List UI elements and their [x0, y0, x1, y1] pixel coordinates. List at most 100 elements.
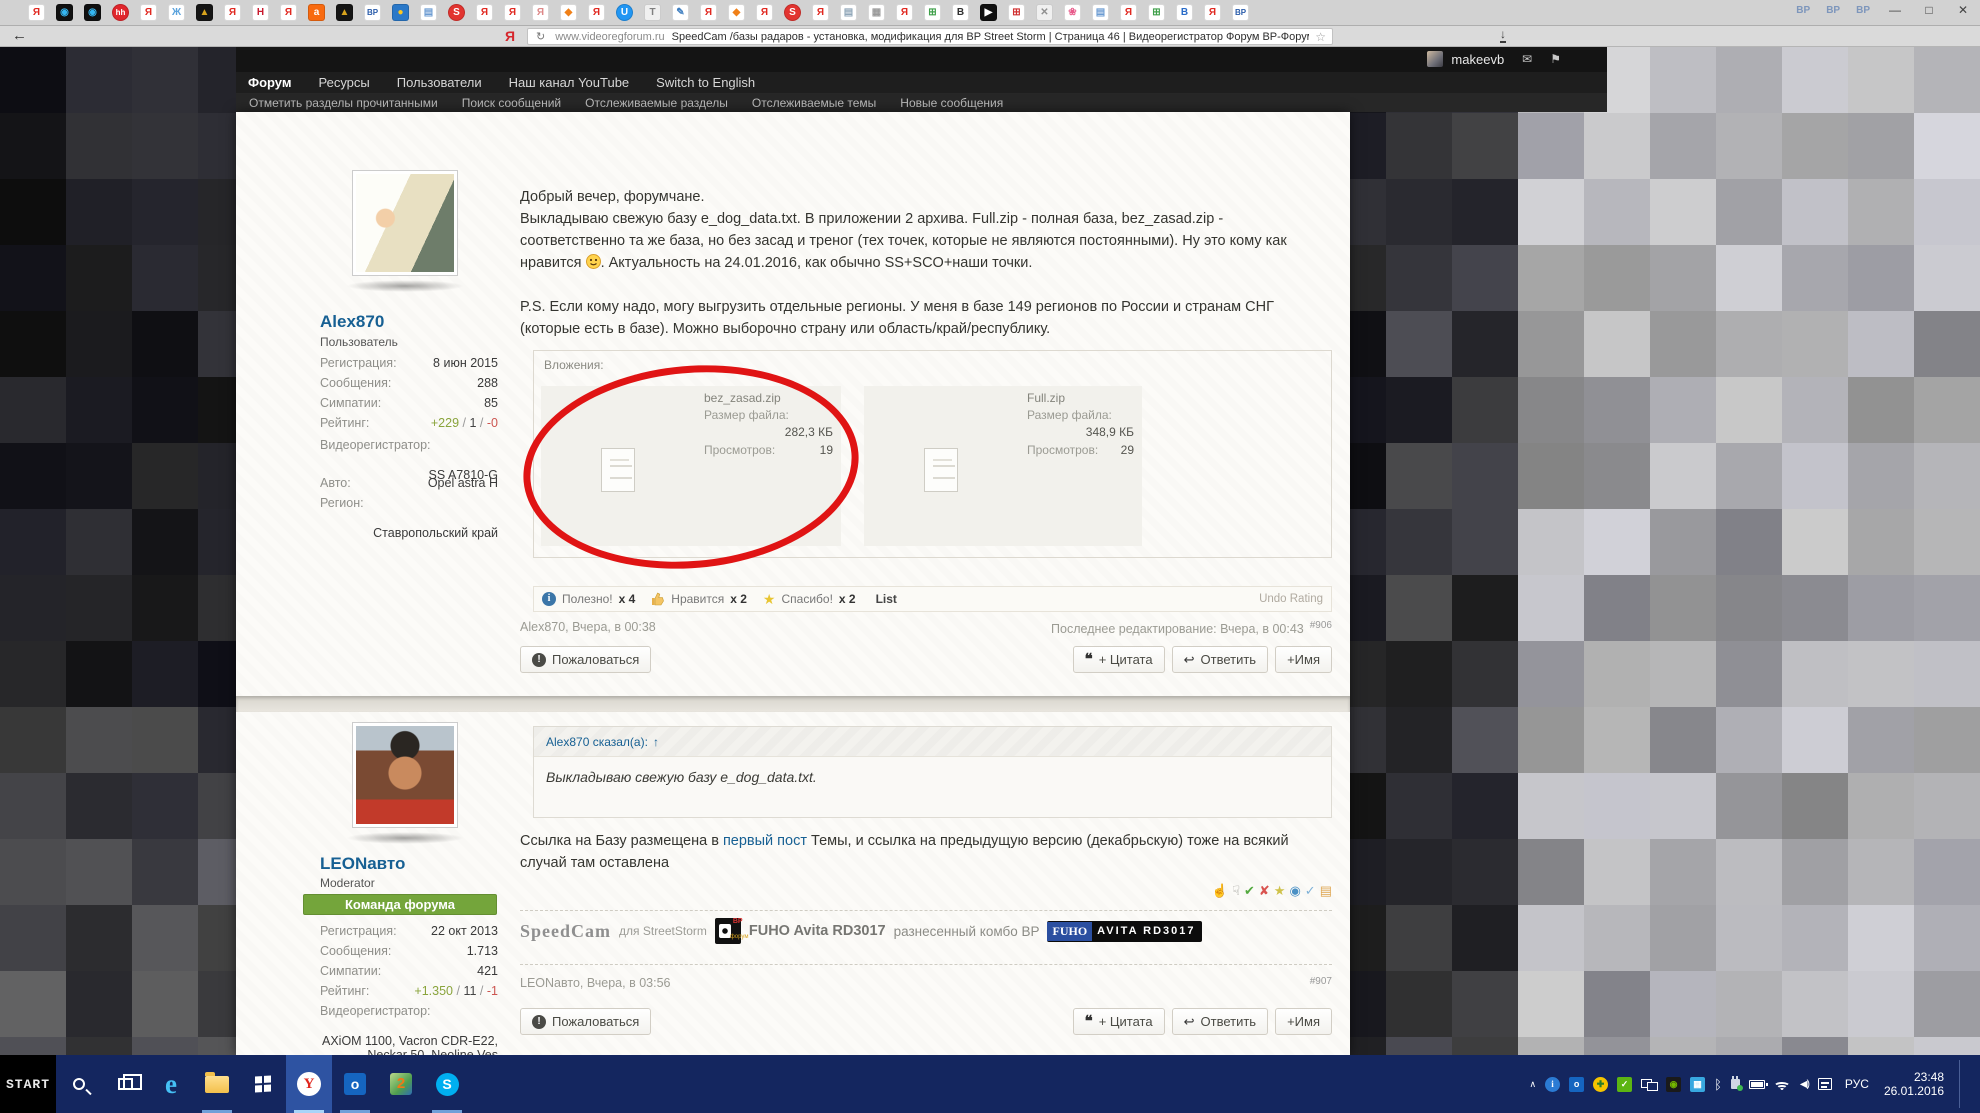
first-post-link[interactable]: первый пост [723, 833, 807, 849]
pinned-tab[interactable]: Я [504, 4, 521, 21]
overflow-tab[interactable]: ВР [1856, 5, 1870, 16]
pinned-tab[interactable]: ● [392, 4, 409, 21]
nav-tab-forum[interactable]: Форум [248, 75, 291, 90]
pinned-tab[interactable]: Т [644, 4, 661, 21]
pinned-tab[interactable]: ▲ [196, 4, 213, 21]
subnav-search-posts[interactable]: Поиск сообщений [462, 96, 561, 110]
pinned-tab[interactable]: Я [1204, 4, 1221, 21]
tray-volume-icon[interactable]: ◀) [1800, 1079, 1809, 1090]
task-view-button[interactable] [102, 1055, 148, 1113]
file-icon[interactable] [924, 448, 958, 492]
tray-bluetooth-icon[interactable]: ᛒ [1714, 1078, 1722, 1091]
taskbar-outlook[interactable]: o [332, 1055, 378, 1113]
url-field[interactable]: ↻ www.videoregforum.ru SpeedCam /базы ра… [527, 28, 1333, 45]
download-icon[interactable]: ↓ [1500, 28, 1506, 43]
start-button[interactable]: START [0, 1055, 56, 1113]
informative-icon[interactable]: ◉ [1289, 884, 1300, 897]
pinned-tab[interactable]: Я [700, 4, 717, 21]
pinned-tab[interactable]: ▤ [840, 4, 857, 21]
quote-author-link[interactable]: Alex870 сказал(а): [546, 735, 648, 749]
tray-messenger-icon[interactable]: ✓ [1617, 1077, 1632, 1092]
tray-info-icon[interactable]: i [1545, 1077, 1560, 1092]
subnav-watched-forums[interactable]: Отслеживаемые разделы [585, 96, 728, 110]
tray-display-icon[interactable] [1641, 1079, 1657, 1090]
account-area[interactable]: makeevb ✉ ⚑ [1427, 51, 1561, 67]
pinned-tab[interactable]: ВР [364, 4, 381, 21]
pinned-tab[interactable]: ▶ [980, 4, 997, 21]
pinned-tab[interactable]: Я [476, 4, 493, 21]
tray-outlook-icon[interactable]: o [1569, 1077, 1584, 1092]
overflow-tab[interactable]: ВР [1796, 5, 1810, 16]
pinned-tab[interactable]: ❀ [1064, 4, 1081, 21]
back-icon[interactable]: ← [12, 27, 27, 44]
subnav-mark-read[interactable]: Отметить разделы прочитанными [249, 96, 438, 110]
refresh-icon[interactable]: ↻ [536, 30, 545, 43]
tray-device-plug-icon[interactable] [1731, 1079, 1740, 1089]
show-desktop-button[interactable] [1969, 1055, 1976, 1113]
tray-utility-icon[interactable]: ▦ [1690, 1077, 1705, 1092]
pinned-tab[interactable]: Я [532, 4, 549, 21]
pinned-tab[interactable]: ▦ [868, 4, 885, 21]
language-indicator[interactable]: РУС [1845, 1077, 1869, 1091]
pinned-tab[interactable]: ✕ [1036, 4, 1053, 21]
pinned-tab[interactable]: ✎ [672, 4, 689, 21]
pinned-tab[interactable]: Я [1120, 4, 1137, 21]
yandex-logo-icon[interactable]: Я [505, 28, 515, 44]
pinned-tab[interactable]: ▲ [336, 4, 353, 21]
thanks-star-icon[interactable]: ★ [1274, 884, 1286, 897]
taskbar-store[interactable] [240, 1055, 286, 1113]
avatar[interactable] [352, 170, 458, 276]
pinned-tab[interactable]: H [252, 4, 269, 21]
disagree-icon[interactable]: ✘ [1259, 884, 1270, 897]
reply-button[interactable]: ↩Ответить [1172, 646, 1268, 673]
pinned-tab[interactable]: Я [756, 4, 773, 21]
taskbar-search-button[interactable] [56, 1055, 102, 1113]
nav-tab-resources[interactable]: Ресурсы [318, 75, 369, 90]
tray-battery-icon[interactable] [1749, 1080, 1765, 1089]
pinned-tab[interactable]: Я [896, 4, 913, 21]
pinned-tab[interactable]: Я [280, 4, 297, 21]
post-number-link[interactable]: #906 [1310, 620, 1332, 631]
pinned-tab[interactable]: ▤ [1092, 4, 1109, 21]
post-author-name[interactable]: Alex870 [320, 312, 384, 332]
pinned-tab[interactable]: B [1176, 4, 1193, 21]
tray-nvidia-icon[interactable]: ◉ [1666, 1077, 1681, 1092]
overflow-tab[interactable]: ВР [1826, 5, 1840, 16]
agree-icon[interactable]: ✔ [1244, 884, 1255, 897]
hidden-icons-caret[interactable]: ∧ [1529, 1080, 1536, 1089]
bookmark-star-icon[interactable]: ☆ [1315, 30, 1326, 44]
taskbar-2gis[interactable]: 2 [378, 1055, 424, 1113]
pinned-tab[interactable]: B [952, 4, 969, 21]
maximize-button[interactable]: □ [1920, 3, 1938, 17]
pinned-tab[interactable]: ⊞ [924, 4, 941, 21]
taskbar-skype[interactable]: S [424, 1055, 470, 1113]
subnav-new-posts[interactable]: Новые сообщения [900, 96, 1003, 110]
action-center-icon[interactable] [1818, 1078, 1832, 1090]
ratings-list-link[interactable]: List [876, 592, 897, 606]
pinned-tab[interactable]: Я [140, 4, 157, 21]
spelling-icon[interactable]: ✓ [1305, 884, 1316, 897]
inbox-envelope-icon[interactable]: ✉ [1522, 52, 1532, 66]
quote-button[interactable]: ❝+ Цитата [1073, 646, 1165, 673]
taskbar-edge[interactable]: e [148, 1055, 194, 1113]
pinned-tab[interactable]: ◉ [84, 4, 101, 21]
attachment-full-zip[interactable]: Full.zip Размер файла: 348,9 КБ Просмотр… [864, 386, 1142, 546]
pinned-tab[interactable]: ⊞ [1008, 4, 1025, 21]
pinned-tab[interactable]: ▤ [420, 4, 437, 21]
nav-tab-switch-english[interactable]: Switch to English [656, 75, 755, 90]
report-book-icon[interactable]: ▤ [1320, 884, 1332, 897]
taskbar-yandex-browser-active[interactable]: Y [286, 1055, 332, 1113]
quote-jump-arrow-icon[interactable]: ↑ [653, 735, 659, 749]
pinned-tab[interactable]: S [784, 4, 801, 21]
pinned-tab[interactable]: Ж [168, 4, 185, 21]
thumbs-down-icon[interactable]: ☟ [1232, 884, 1240, 897]
pinned-tab[interactable]: U [616, 4, 633, 21]
thumbs-up-icon[interactable]: ☝ [1212, 884, 1228, 897]
pinned-tab[interactable]: ◆ [560, 4, 577, 21]
pinned-tab[interactable]: Я [588, 4, 605, 21]
add-name-button[interactable]: +Имя [1275, 1008, 1332, 1035]
avatar[interactable] [352, 722, 458, 828]
pinned-tab[interactable]: S [448, 4, 465, 21]
pinned-tab[interactable]: ВР [1232, 4, 1249, 21]
subnav-watched-threads[interactable]: Отслеживаемые темы [752, 96, 876, 110]
